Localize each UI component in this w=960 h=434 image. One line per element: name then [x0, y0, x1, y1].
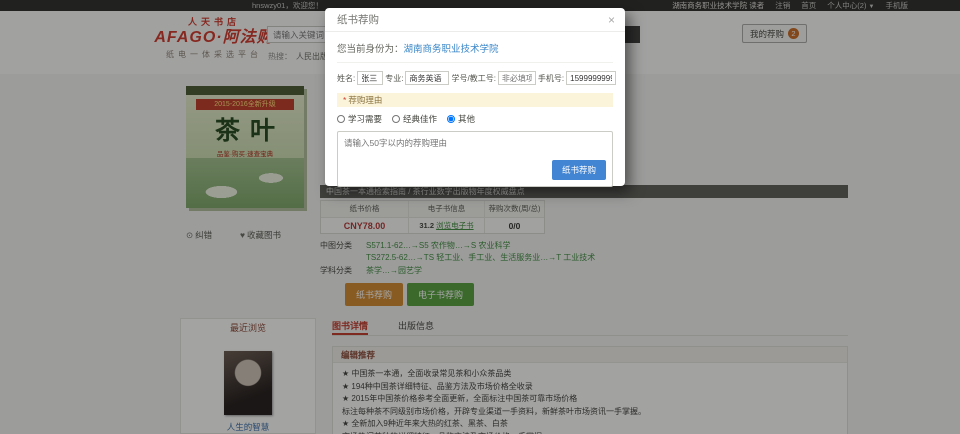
- name-label: 姓名:: [337, 73, 355, 84]
- phone-label: 手机号:: [538, 73, 564, 84]
- major-label: 专业:: [385, 73, 403, 84]
- modal-submit-button[interactable]: 纸书荐购: [552, 160, 606, 180]
- identity-row: 您当前身份为：湖南商务职业技术学院: [337, 38, 613, 63]
- student-id-field[interactable]: [498, 71, 536, 85]
- modal-title: 纸书荐购: [337, 14, 379, 26]
- radio-other-label: 其他: [458, 113, 475, 125]
- phone-field[interactable]: [566, 71, 616, 85]
- reason-header-label: 荐购理由: [348, 95, 382, 105]
- radio-study-need-label: 学习需要: [348, 113, 382, 125]
- recommend-form-row: 姓名: 专业: 学号/教工号: 手机号:: [337, 71, 613, 85]
- radio-study-need[interactable]: 学习需要: [337, 113, 382, 125]
- required-asterisk: *: [343, 95, 346, 105]
- modal-header: 纸书荐购 ×: [325, 8, 625, 32]
- identity-school-link[interactable]: 湖南商务职业技术学院: [404, 44, 499, 55]
- student-id-label: 学号/教工号:: [451, 73, 495, 84]
- reason-radio-group: 学习需要 经典佳作 其他: [337, 113, 613, 125]
- reason-section-header: *荐购理由: [337, 93, 613, 107]
- modal-body: 您当前身份为：湖南商务职业技术学院 姓名: 专业: 学号/教工号: 手机号: *…: [325, 32, 625, 187]
- radio-study-need-input[interactable]: [337, 115, 345, 123]
- identity-label: 您当前身份为：: [337, 44, 404, 55]
- reason-textarea[interactable]: [338, 132, 612, 162]
- radio-classic-work[interactable]: 经典佳作: [392, 113, 437, 125]
- name-field[interactable]: [357, 71, 383, 85]
- reason-textarea-box: 纸书荐购: [337, 131, 613, 187]
- radio-other-input[interactable]: [447, 115, 455, 123]
- close-icon[interactable]: ×: [608, 8, 615, 32]
- radio-other[interactable]: 其他: [447, 113, 475, 125]
- radio-classic-work-label: 经典佳作: [403, 113, 437, 125]
- radio-classic-work-input[interactable]: [392, 115, 400, 123]
- major-field[interactable]: [405, 71, 449, 85]
- paper-recommend-modal: 纸书荐购 × 您当前身份为：湖南商务职业技术学院 姓名: 专业: 学号/教工号:…: [325, 8, 625, 186]
